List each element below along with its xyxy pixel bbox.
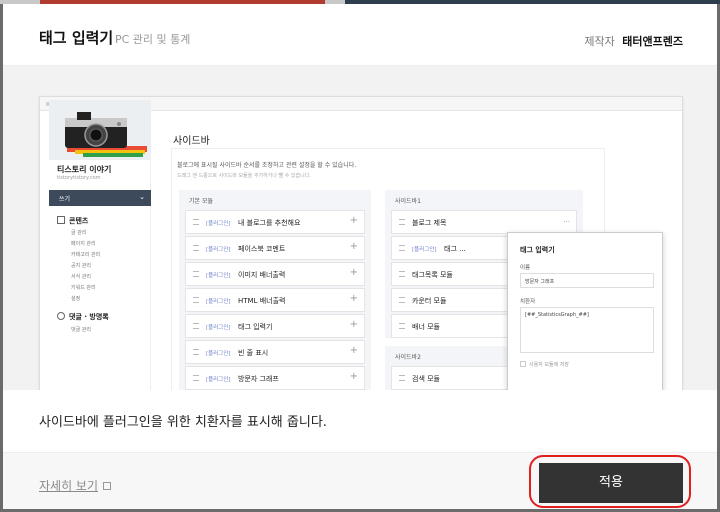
maker-label: 제작자	[584, 35, 615, 48]
sidebar-hint: 드래그 앤 드롭으로 사이드바 모듈을 추가하거나 뺄 수 있습니다.	[177, 173, 311, 179]
module-item: [플러그인] 태그 입력기 +	[185, 314, 365, 338]
external-link-icon	[103, 482, 112, 490]
nav-item: 글 관리	[71, 230, 87, 236]
popup-title: 태그 입력기	[520, 246, 555, 254]
document-icon	[57, 216, 65, 224]
module-item: [플러그인] 빈 줄 표시 +	[185, 340, 365, 364]
sidebar1-item: 블로그 제목 ···	[391, 210, 577, 234]
plus-icon: +	[349, 267, 358, 278]
write-button: 쓰기 ⌄	[49, 190, 151, 206]
maker-name: 태터앤프렌즈	[622, 35, 683, 48]
modal-header: 태그 입력기 PC 관리 및 통계 제작자 태터앤프렌즈	[3, 4, 717, 66]
modal-subtitle: PC 관리 및 통계	[115, 33, 191, 46]
nav-item: 공지 관리	[71, 263, 91, 269]
sidebar2-header: 사이드바2	[395, 354, 421, 361]
module-settings-popup: 태그 입력기 이름 방문자 그래프 치환자 [##_StatisticsGrap…	[507, 232, 663, 390]
sidebar-page-title: 사이드바	[173, 136, 210, 147]
plus-icon: +	[349, 319, 358, 330]
comment-icon	[57, 312, 65, 320]
blog-name: 티스토리 이야기	[57, 165, 112, 174]
plus-icon: +	[349, 371, 358, 382]
nav-item: 댓글 관리	[71, 327, 91, 333]
chevron-down-icon: ⌄	[139, 193, 145, 201]
module-item: [플러그인] HTML 배너출력 +	[185, 288, 365, 312]
plus-icon: +	[349, 241, 358, 252]
maker-info: 제작자 태터앤프렌즈	[584, 33, 683, 49]
nav-section-content: 콘텐츠	[57, 216, 88, 226]
plugin-modal: 태그 입력기 PC 관리 및 통계 제작자 태터앤프렌즈 티스토리 이야기 ti…	[3, 4, 717, 509]
module-item: [플러그인] 이미지 배너출력 +	[185, 262, 365, 286]
nav-item: 카테고리 관리	[71, 252, 101, 258]
popup-save-checkbox: 사용자 모듈에 저장	[520, 361, 569, 368]
blog-cover-image	[49, 100, 151, 160]
sidebar-description: 블로그에 표시될 사이드바 순서를 조정하고 관련 설정을 할 수 있습니다.	[177, 162, 357, 169]
nav-item: 서식 관리	[71, 274, 91, 280]
popup-name-field: 방문자 그래프	[520, 273, 654, 288]
plugin-preview-image: 티스토리 이야기 tistorytistory.com 쓰기 ⌄ 콘텐츠 글 관…	[3, 66, 717, 390]
plus-icon: +	[349, 293, 358, 304]
nav-section-comments: 댓글 · 방명록	[57, 312, 109, 322]
sidebar1-header: 사이드바1	[395, 198, 421, 205]
blog-url: tistorytistory.com	[57, 175, 101, 181]
module-item: [플러그인] 방문자 그래프 +	[185, 366, 365, 390]
modal-footer: 자세히 보기 적용	[3, 452, 717, 509]
preview-sidebar-nav: 티스토리 이야기 tistorytistory.com 쓰기 ⌄ 콘텐츠 글 관…	[49, 100, 151, 390]
more-info-link[interactable]: 자세히 보기	[39, 477, 112, 494]
plugin-description: 사이드바에 플러그인을 위한 치환자를 표시해 줍니다.	[39, 415, 327, 430]
nav-item: 키워드 관리	[71, 285, 96, 291]
plus-icon: +	[349, 215, 358, 226]
nav-item: 설정	[71, 296, 81, 302]
popup-name-label: 이름	[520, 265, 531, 271]
basic-module-header: 기본 모듈	[189, 198, 213, 205]
modal-title: 태그 입력기	[39, 29, 114, 47]
module-item: [플러그인] 내 블로그를 추천해요 +	[185, 210, 365, 234]
popup-substitute-label: 치환자	[520, 299, 536, 305]
module-item: [플러그인] 페이스북 코멘트 +	[185, 236, 365, 260]
popup-substitute-field: [##_StatisticsGraph_##]	[520, 307, 654, 353]
write-label: 쓰기	[59, 196, 71, 203]
nav-item: 페이지 관리	[71, 241, 96, 247]
plus-icon: +	[349, 345, 358, 356]
apply-button[interactable]: 적용	[539, 463, 683, 503]
